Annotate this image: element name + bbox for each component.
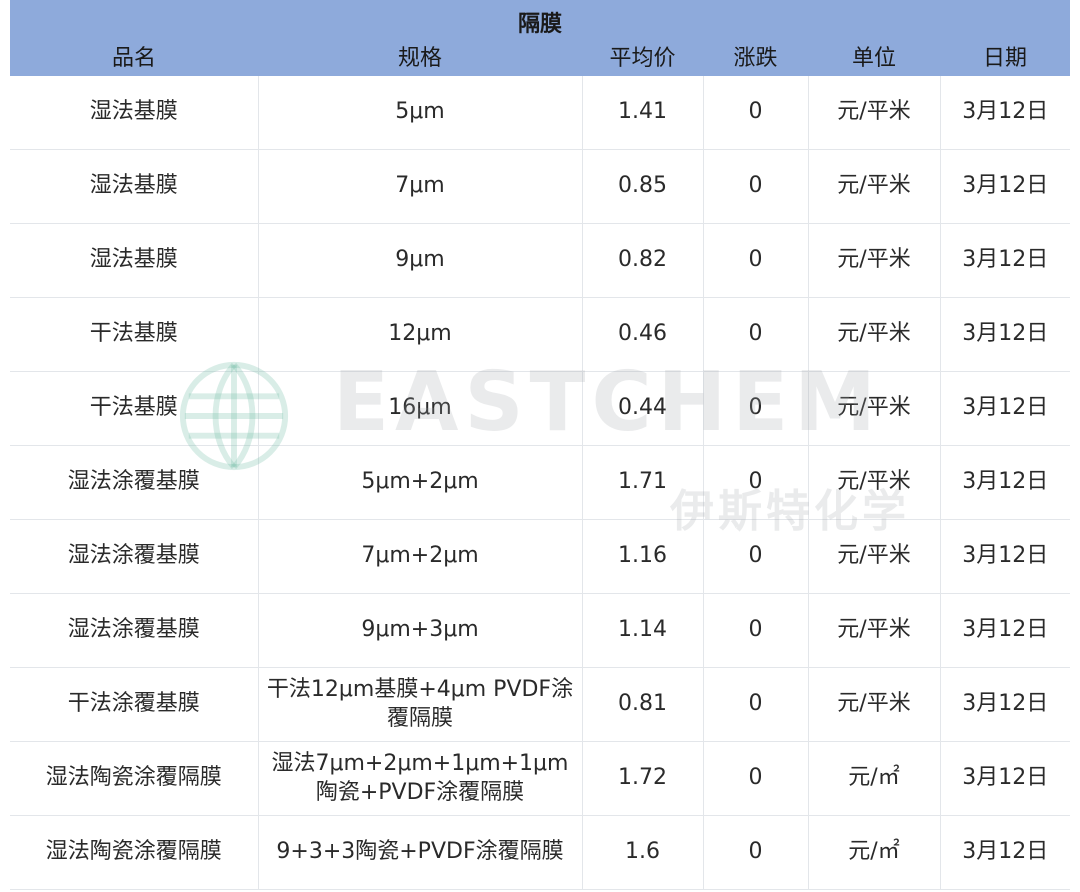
cell-name: 湿法涂覆基膜 xyxy=(10,519,259,594)
cell-avg-price: 0.44 xyxy=(581,371,704,446)
cell-spec: 16μm xyxy=(257,371,583,446)
cell-date: 3月12日 xyxy=(939,445,1071,520)
cell-name: 干法涂覆基膜 xyxy=(10,667,259,742)
column-header-name: 品名 xyxy=(10,38,258,76)
column-header-date: 日期 xyxy=(940,38,1071,76)
table-header: 隔膜 品名 规格 平均价 涨跌 单位 日期 xyxy=(10,0,1071,76)
cell-avg-price: 1.16 xyxy=(581,519,704,594)
cell-date: 3月12日 xyxy=(939,297,1071,372)
cell-date: 3月12日 xyxy=(939,519,1071,594)
cell-change: 0 xyxy=(702,519,809,594)
table-row: 湿法基膜 9μm 0.82 0 元/平米 3月12日 xyxy=(10,223,1071,298)
cell-unit: 元/平米 xyxy=(807,593,941,668)
cell-unit: 元/平米 xyxy=(807,371,941,446)
cell-avg-price: 0.82 xyxy=(581,223,704,298)
cell-change: 0 xyxy=(702,741,809,816)
table-row: 湿法涂覆基膜 5μm+2μm 1.71 0 元/平米 3月12日 xyxy=(10,445,1071,520)
cell-spec: 7μm+2μm xyxy=(257,519,583,594)
cell-spec: 9μm xyxy=(257,223,583,298)
table-row: 湿法涂覆基膜 9μm+3μm 1.14 0 元/平米 3月12日 xyxy=(10,593,1071,668)
cell-name: 湿法基膜 xyxy=(10,149,259,224)
cell-spec: 干法12μm基膜+4μm PVDF涂覆隔膜 xyxy=(257,667,583,742)
table-title: 隔膜 xyxy=(10,0,1071,38)
table-row: 湿法陶瓷涂覆隔膜 湿法7μm+2μm+1μm+1μm陶瓷+PVDF涂覆隔膜 1.72… xyxy=(10,741,1071,816)
cell-avg-price: 1.14 xyxy=(581,593,704,668)
price-table-container: 隔膜 品名 规格 平均价 涨跌 单位 日期 湿法基膜 5μm 1.41 0 元/平米 3月… xyxy=(10,0,1071,892)
cell-avg-price: 1.6 xyxy=(581,815,704,890)
cell-unit: 元/平米 xyxy=(807,519,941,594)
cell-spec: 5μm xyxy=(257,76,583,150)
cell-change: 0 xyxy=(702,149,809,224)
cell-name: 湿法陶瓷涂覆隔膜 xyxy=(10,815,259,890)
cell-name: 干法基膜 xyxy=(10,371,259,446)
cell-unit: 元/平米 xyxy=(807,445,941,520)
cell-avg-price: 0.81 xyxy=(581,667,704,742)
cell-unit: 元/㎡ xyxy=(807,741,941,816)
cell-change: 0 xyxy=(702,593,809,668)
cell-change: 0 xyxy=(702,223,809,298)
column-header-change: 涨跌 xyxy=(703,38,808,76)
cell-date: 3月12日 xyxy=(939,371,1071,446)
cell-spec: 5μm+2μm xyxy=(257,445,583,520)
cell-spec: 12μm xyxy=(257,297,583,372)
cell-name: 湿法涂覆基膜 xyxy=(10,445,259,520)
cell-name: 湿法陶瓷涂覆隔膜 xyxy=(10,741,259,816)
cell-avg-price: 1.72 xyxy=(581,741,704,816)
cell-date: 3月12日 xyxy=(939,667,1071,742)
column-header-avg-price: 平均价 xyxy=(582,38,703,76)
cell-name: 湿法涂覆基膜 xyxy=(10,593,259,668)
cell-avg-price: 1.71 xyxy=(581,445,704,520)
cell-name: 干法基膜 xyxy=(10,297,259,372)
cell-date: 3月12日 xyxy=(939,223,1071,298)
cell-spec: 9+3+3陶瓷+PVDF涂覆隔膜 xyxy=(257,815,583,890)
cell-date: 3月12日 xyxy=(939,149,1071,224)
table-row: 湿法涂覆基膜 7μm+2μm 1.16 0 元/平米 3月12日 xyxy=(10,519,1071,594)
cell-unit: 元/平米 xyxy=(807,297,941,372)
cell-date: 3月12日 xyxy=(939,76,1071,150)
cell-name: 湿法基膜 xyxy=(10,223,259,298)
cell-date: 3月12日 xyxy=(939,815,1071,890)
cell-change: 0 xyxy=(702,371,809,446)
cell-change: 0 xyxy=(702,667,809,742)
table-row: 湿法基膜 7μm 0.85 0 元/平米 3月12日 xyxy=(10,149,1071,224)
table-body: 湿法基膜 5μm 1.41 0 元/平米 3月12日 湿法基膜 7μm 0.85 0 元/平米 3月1… xyxy=(10,76,1071,890)
cell-unit: 元/平米 xyxy=(807,667,941,742)
cell-avg-price: 0.85 xyxy=(581,149,704,224)
cell-change: 0 xyxy=(702,445,809,520)
cell-unit: 元/㎡ xyxy=(807,815,941,890)
cell-unit: 元/平米 xyxy=(807,149,941,224)
table-row: 湿法陶瓷涂覆隔膜 9+3+3陶瓷+PVDF涂覆隔膜 1.6 0 元/㎡ 3月12日 xyxy=(10,815,1071,890)
table-row: 干法基膜 16μm 0.44 0 元/平米 3月12日 xyxy=(10,371,1071,446)
cell-change: 0 xyxy=(702,76,809,150)
cell-unit: 元/平米 xyxy=(807,223,941,298)
table-row: 干法基膜 12μm 0.46 0 元/平米 3月12日 xyxy=(10,297,1071,372)
table-row: 干法涂覆基膜 干法12μm基膜+4μm PVDF涂覆隔膜 0.81 0 元/平米 3月12… xyxy=(10,667,1071,742)
price-table: 隔膜 品名 规格 平均价 涨跌 单位 日期 湿法基膜 5μm 1.41 0 元/平米 3月… xyxy=(10,0,1071,890)
cell-change: 0 xyxy=(702,297,809,372)
cell-avg-price: 0.46 xyxy=(581,297,704,372)
cell-unit: 元/平米 xyxy=(807,76,941,150)
cell-spec: 湿法7μm+2μm+1μm+1μm陶瓷+PVDF涂覆隔膜 xyxy=(257,741,583,816)
cell-avg-price: 1.41 xyxy=(581,76,704,150)
cell-change: 0 xyxy=(702,815,809,890)
cell-date: 3月12日 xyxy=(939,593,1071,668)
cell-date: 3月12日 xyxy=(939,741,1071,816)
cell-spec: 7μm xyxy=(257,149,583,224)
cell-spec: 9μm+3μm xyxy=(257,593,583,668)
column-header-unit: 单位 xyxy=(808,38,940,76)
cell-name: 湿法基膜 xyxy=(10,76,259,150)
column-header-spec: 规格 xyxy=(258,38,582,76)
table-row: 湿法基膜 5μm 1.41 0 元/平米 3月12日 xyxy=(10,76,1071,150)
